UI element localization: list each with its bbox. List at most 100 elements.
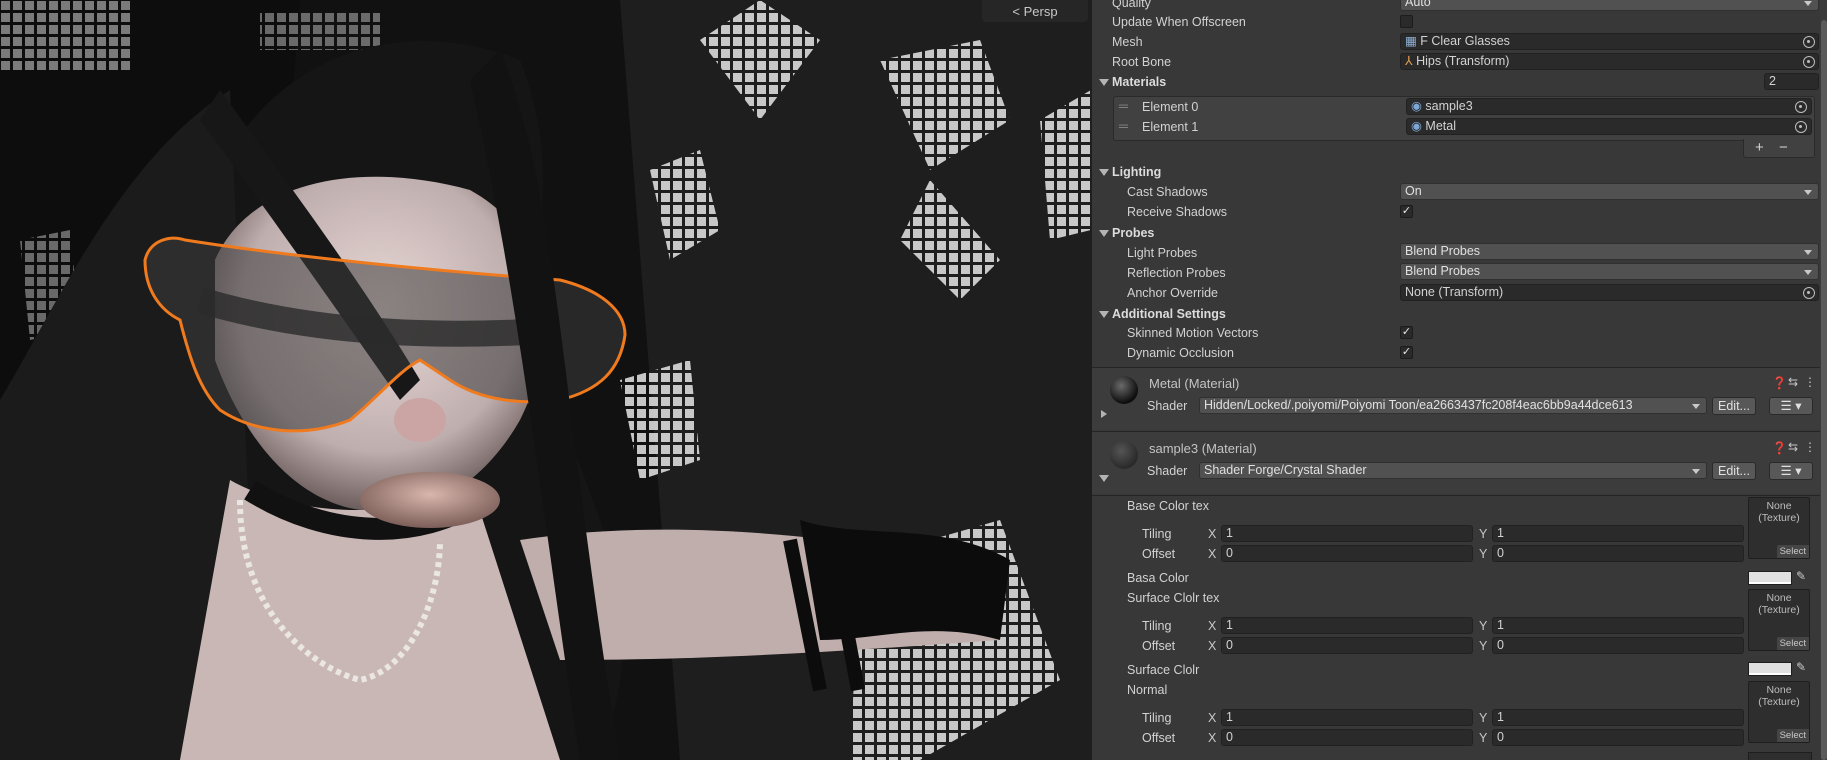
probes-foldout-icon[interactable]: [1099, 230, 1109, 237]
skinned-motion-vectors-label: Skinned Motion Vectors: [1127, 326, 1259, 340]
tiling-label: Tiling: [1142, 619, 1172, 633]
offset-label: Offset: [1142, 639, 1176, 653]
lighting-foldout-icon[interactable]: [1099, 169, 1109, 176]
tiling-label: Tiling: [1142, 711, 1172, 725]
offset-label: Offset: [1142, 547, 1176, 561]
texture-none-label: None (Texture): [1758, 684, 1800, 708]
texture-select-button[interactable]: Select: [1776, 637, 1809, 650]
mesh-picker-icon[interactable]: [1803, 36, 1815, 48]
texture-select-button[interactable]: Select: [1776, 545, 1809, 558]
surface-color-texture-slot[interactable]: None (Texture) Select: [1748, 589, 1810, 651]
x-label: X: [1208, 711, 1217, 725]
inspector-panel: Quality Auto Update When Offscreen Mesh …: [1091, 0, 1827, 760]
y-label: Y: [1479, 731, 1488, 745]
materials-count-field[interactable]: 2: [1764, 73, 1819, 90]
perspective-toggle[interactable]: < Persp: [982, 0, 1088, 22]
tiling-x-field[interactable]: 1: [1221, 617, 1473, 634]
materials-foldout-icon[interactable]: [1099, 79, 1109, 86]
tiling-label: Tiling: [1142, 527, 1172, 541]
offset-y-field[interactable]: 0: [1492, 729, 1744, 746]
element-0-picker-icon[interactable]: [1795, 101, 1807, 113]
reflection-probes-dropdown[interactable]: Blend Probes: [1400, 263, 1819, 280]
tiling-x-field[interactable]: 1: [1221, 709, 1473, 726]
x-label: X: [1208, 619, 1217, 633]
cast-shadows-label: Cast Shadows: [1127, 185, 1208, 199]
anchor-override-field[interactable]: None (Transform): [1400, 284, 1819, 301]
tiling-y-field[interactable]: 1: [1492, 709, 1744, 726]
metal-shader-dropdown[interactable]: Hidden/Locked/.poiyomi/Poiyomi Toon/ea26…: [1199, 397, 1707, 414]
metal-foldout-icon[interactable]: [1101, 410, 1112, 418]
sample3-shader-label: Shader: [1147, 464, 1188, 478]
base-color-swatch[interactable]: [1748, 571, 1792, 585]
normal-texture-slot[interactable]: None (Texture) Select: [1748, 681, 1810, 743]
scrollbar-thumb[interactable]: [1821, 20, 1827, 760]
x-label: X: [1208, 639, 1217, 653]
metal-material-title: Metal (Material): [1149, 376, 1240, 391]
root-bone-field[interactable]: ⅄ Hips (Transform): [1400, 53, 1819, 70]
element-1-field[interactable]: ◉ Metal: [1406, 118, 1812, 135]
dynamic-occlusion-checkbox[interactable]: ✓: [1400, 346, 1413, 359]
skinned-motion-vectors-checkbox[interactable]: ✓: [1400, 326, 1413, 339]
sample3-edit-button[interactable]: Edit...: [1712, 462, 1756, 480]
offset-y-field[interactable]: 0: [1492, 545, 1744, 562]
metal-shader-label: Shader: [1147, 399, 1188, 413]
lighting-header[interactable]: Lighting: [1112, 165, 1161, 179]
element-0-field[interactable]: ◉ sample3: [1406, 98, 1812, 115]
sample3-shader-dropdown[interactable]: Shader Forge/Crystal Shader: [1199, 462, 1707, 479]
offset-x-field[interactable]: 0: [1221, 729, 1473, 746]
offset-label: Offset: [1142, 731, 1176, 745]
update-offscreen-checkbox[interactable]: [1400, 15, 1413, 28]
receive-shadows-checkbox[interactable]: ✓: [1400, 205, 1413, 218]
tiling-y-field[interactable]: 1: [1492, 617, 1744, 634]
offset-x-field[interactable]: 0: [1221, 637, 1473, 654]
element-0-label: Element 0: [1142, 100, 1199, 114]
metal-edit-button[interactable]: Edit...: [1712, 397, 1756, 415]
eyedropper-icon[interactable]: ✎: [1796, 569, 1806, 583]
sample3-foldout-icon[interactable]: [1099, 475, 1109, 482]
scene-viewport[interactable]: < Persp: [0, 0, 1091, 760]
quality-dropdown[interactable]: Auto: [1400, 0, 1819, 11]
help-icon[interactable]: ❓: [1772, 441, 1787, 455]
metal-shader-menu-button[interactable]: ☰ ▾: [1769, 397, 1813, 415]
remove-element-button[interactable]: −: [1779, 139, 1788, 156]
surface-color-label: Surface Clolr: [1127, 663, 1200, 677]
more-options-icon[interactable]: ⋮: [1804, 375, 1816, 389]
drag-handle-icon[interactable]: ═: [1119, 119, 1128, 133]
offset-x-field[interactable]: 0: [1221, 545, 1473, 562]
dynamic-occlusion-label: Dynamic Occlusion: [1127, 346, 1234, 360]
material-icon: ◉: [1411, 119, 1422, 133]
tiling-x-field[interactable]: 1: [1221, 525, 1473, 542]
additional-settings-header[interactable]: Additional Settings: [1112, 307, 1226, 321]
scene-render: [0, 0, 1091, 760]
offset-y-field[interactable]: 0: [1492, 637, 1744, 654]
material-preview-icon: [1110, 441, 1138, 469]
mesh-field[interactable]: ▦ F Clear Glasses: [1400, 33, 1819, 50]
element-1-picker-icon[interactable]: [1795, 121, 1807, 133]
quality-label: Quality: [1112, 0, 1151, 10]
material-icon: ◉: [1411, 99, 1422, 113]
cast-shadows-dropdown[interactable]: On: [1400, 183, 1819, 200]
transform-icon: ⅄: [1405, 54, 1413, 68]
add-element-button[interactable]: +: [1755, 139, 1764, 156]
sample3-shader-menu-button[interactable]: ☰ ▾: [1769, 462, 1813, 480]
materials-header[interactable]: Materials: [1112, 75, 1166, 89]
texture-select-button[interactable]: Select: [1776, 729, 1809, 742]
base-color-tex-label: Base Color tex: [1127, 499, 1209, 513]
base-color-texture-slot[interactable]: None (Texture) Select: [1748, 497, 1810, 559]
inspector-scrollbar[interactable]: [1820, 0, 1827, 760]
probes-header[interactable]: Probes: [1112, 226, 1154, 240]
anchor-override-picker-icon[interactable]: [1803, 287, 1815, 299]
light-probes-dropdown[interactable]: Blend Probes: [1400, 243, 1819, 260]
x-label: X: [1208, 547, 1217, 561]
more-options-icon[interactable]: ⋮: [1804, 440, 1816, 454]
eyedropper-icon[interactable]: ✎: [1796, 660, 1806, 674]
additional-settings-foldout-icon[interactable]: [1099, 311, 1109, 318]
next-texture-slot[interactable]: [1748, 752, 1812, 760]
tiling-y-field[interactable]: 1: [1492, 525, 1744, 542]
preset-icon[interactable]: ⇆: [1788, 375, 1798, 389]
root-bone-picker-icon[interactable]: [1803, 56, 1815, 68]
help-icon[interactable]: ❓: [1772, 376, 1787, 390]
drag-handle-icon[interactable]: ═: [1119, 99, 1128, 113]
preset-icon[interactable]: ⇆: [1788, 440, 1798, 454]
surface-color-swatch[interactable]: [1748, 662, 1792, 676]
